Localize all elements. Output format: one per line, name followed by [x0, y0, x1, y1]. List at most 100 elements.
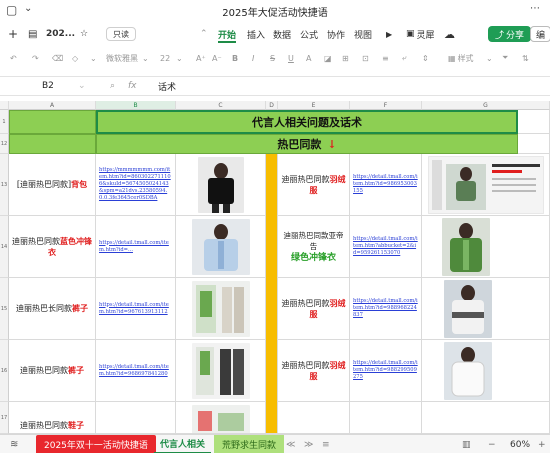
tab-data[interactable]: 数据	[273, 24, 291, 44]
font-color-icon[interactable]: A	[306, 50, 311, 66]
filter-icon[interactable]: ⏷	[502, 50, 508, 66]
tab-collab[interactable]: 协作	[327, 24, 345, 44]
chevron-down-icon[interactable]: ⌄	[486, 50, 493, 66]
row-header-14[interactable]: 14	[0, 216, 9, 278]
function-icon[interactable]: fx	[128, 77, 137, 95]
sheet-tab-wilderness[interactable]: 荒野求生同款	[214, 435, 285, 453]
add-icon[interactable]: +	[8, 24, 18, 44]
product-image-cell[interactable]	[422, 340, 550, 402]
column-header-g[interactable]: G	[422, 101, 550, 110]
row-header-13[interactable]: 13	[0, 154, 9, 216]
increase-font-icon[interactable]: A⁺	[196, 50, 206, 66]
product-image-cell[interactable]	[422, 216, 550, 278]
empty-cell[interactable]	[96, 402, 176, 434]
share-button[interactable]: ⤴ 分享	[488, 26, 532, 42]
chevron-down-icon[interactable]: ⌄	[142, 50, 149, 66]
column-header-b[interactable]: B	[96, 101, 176, 110]
edit-button[interactable]: 编	[530, 26, 550, 42]
item-label[interactable]: 迪丽热巴同款亚帝告 绿色冲锋衣	[278, 216, 350, 278]
chevron-down-icon[interactable]: ⌄	[24, 3, 32, 14]
column-header-c[interactable]: C	[176, 101, 266, 110]
column-header-a[interactable]: A	[9, 101, 96, 110]
border-icon[interactable]: ⊞	[342, 50, 349, 66]
layers-icon[interactable]: ≋	[10, 435, 18, 453]
product-image-cell[interactable]	[422, 154, 550, 216]
collapse-icon[interactable]: ⌃	[200, 24, 208, 44]
tab-insert[interactable]: 插入	[247, 24, 265, 44]
fill-color-icon[interactable]: ◪	[324, 50, 332, 66]
read-only-chip[interactable]: 只读	[106, 27, 136, 41]
column-header-e[interactable]: E	[278, 101, 350, 110]
sidebar-toggle-icon[interactable]: ▢	[6, 3, 17, 17]
clear-format-icon[interactable]: ◇	[72, 50, 78, 66]
wrap-icon[interactable]: ⤶	[402, 50, 406, 66]
product-link[interactable]: https://detail.tmall.com/item.htm?id=988…	[350, 340, 422, 402]
decrease-font-icon[interactable]: A⁻	[212, 50, 222, 66]
banner-left-a12[interactable]	[9, 134, 96, 154]
style-button[interactable]: ▦ 样式	[448, 50, 474, 66]
empty-cell[interactable]	[278, 402, 350, 434]
product-link[interactable]: https://detail.tmall.com/item.htm?id=988…	[350, 278, 422, 340]
item-label[interactable]: [迪丽热巴同款]背包	[9, 154, 96, 216]
row-header-15[interactable]: 15	[0, 278, 9, 340]
sheet-tab-activity[interactable]: 2025年双十一活动快捷语	[36, 435, 156, 453]
doc-short-name[interactable]: 202...	[46, 24, 75, 44]
product-link[interactable]: https://detail.tmall.com/item.htm?id=967…	[96, 278, 176, 340]
star-icon[interactable]: ☆	[80, 24, 88, 44]
subtitle-banner[interactable]: 热巴同款 ↓	[96, 134, 518, 154]
row-header-17[interactable]: 17	[0, 402, 9, 434]
product-image-cell[interactable]	[176, 278, 266, 340]
play-icon[interactable]: ▶	[386, 24, 392, 44]
paint-format-icon[interactable]: ⌫	[52, 50, 63, 66]
bold-icon[interactable]: B	[232, 50, 238, 66]
sheet-tab-spokesperson[interactable]: 代言人相关	[154, 435, 212, 453]
item-label[interactable]: 迪丽热巴同款鞋子	[9, 402, 96, 434]
empty-cell[interactable]	[422, 402, 550, 434]
item-label[interactable]: 迪丽热巴同款裤子	[9, 340, 96, 402]
chevron-down-icon[interactable]: ⌄	[78, 77, 86, 95]
cloud-icon[interactable]: ☁	[444, 24, 455, 44]
item-label[interactable]: 迪丽热巴同款羽绒服	[278, 340, 350, 402]
title-banner[interactable]: 代言人相关问题及话术	[96, 110, 518, 134]
product-link[interactable]: https://detail.tmall.com/item.htm?id=...	[96, 216, 176, 278]
scroll-tabs-right-icon[interactable]: ≫	[304, 435, 313, 453]
zoom-level[interactable]: 60%	[510, 435, 530, 453]
scroll-tabs-left-icon[interactable]: ≪	[286, 435, 295, 453]
tab-formula[interactable]: 公式	[300, 24, 318, 44]
empty-cell[interactable]	[350, 402, 422, 434]
zoom-out-icon[interactable]: −	[488, 435, 496, 453]
file-icon[interactable]: ▤	[28, 24, 37, 44]
panel-icon[interactable]: ▥	[462, 435, 471, 453]
cell-reference[interactable]: B2	[42, 77, 54, 95]
formula-input[interactable]: 话术	[158, 77, 176, 95]
menu-icon[interactable]: ≡	[322, 435, 330, 453]
library-button[interactable]: ▣ 灵犀	[406, 24, 435, 44]
search-icon[interactable]: ⌕	[110, 77, 115, 95]
undo-icon[interactable]: ↶	[10, 50, 17, 66]
banner-left-a1[interactable]	[9, 110, 96, 134]
align-icon[interactable]: ≡	[382, 50, 389, 66]
tab-start[interactable]: 开始	[218, 24, 237, 44]
empty-cell[interactable]	[518, 110, 550, 134]
item-label[interactable]: 迪丽热巴长同款裤子	[9, 278, 96, 340]
redo-icon[interactable]: ↷	[32, 50, 39, 66]
column-header-f[interactable]: F	[350, 101, 422, 110]
chevron-down-icon[interactable]: ⌄	[176, 50, 183, 66]
font-name-select[interactable]: 微软雅黑	[106, 50, 138, 66]
zoom-in-icon[interactable]: +	[538, 435, 546, 453]
select-all-corner[interactable]	[0, 101, 9, 110]
product-image-cell[interactable]	[176, 154, 266, 216]
product-image-cell[interactable]	[176, 340, 266, 402]
strikethrough-icon[interactable]: S	[270, 50, 275, 66]
italic-icon[interactable]: I	[252, 50, 254, 66]
product-link[interactable]: https://mmmmmmm.com/item.htm?id=86030227…	[96, 154, 176, 216]
chevron-down-icon[interactable]: ⌄	[90, 50, 97, 66]
product-image-cell[interactable]	[422, 278, 550, 340]
product-link[interactable]: https://detail.tmall.com/item.htm?id=968…	[96, 340, 176, 402]
merge-icon[interactable]: ⊡	[362, 50, 369, 66]
product-link[interactable]: https://detail.tmall.com/item.htm?id=986…	[350, 154, 422, 216]
sort-icon[interactable]: ⇅	[522, 50, 529, 66]
row-header-12[interactable]: 12	[0, 134, 9, 154]
product-link[interactable]: https://detail.tmall.com/item.htm?abbuck…	[350, 216, 422, 278]
tab-view[interactable]: 视图	[354, 24, 372, 44]
